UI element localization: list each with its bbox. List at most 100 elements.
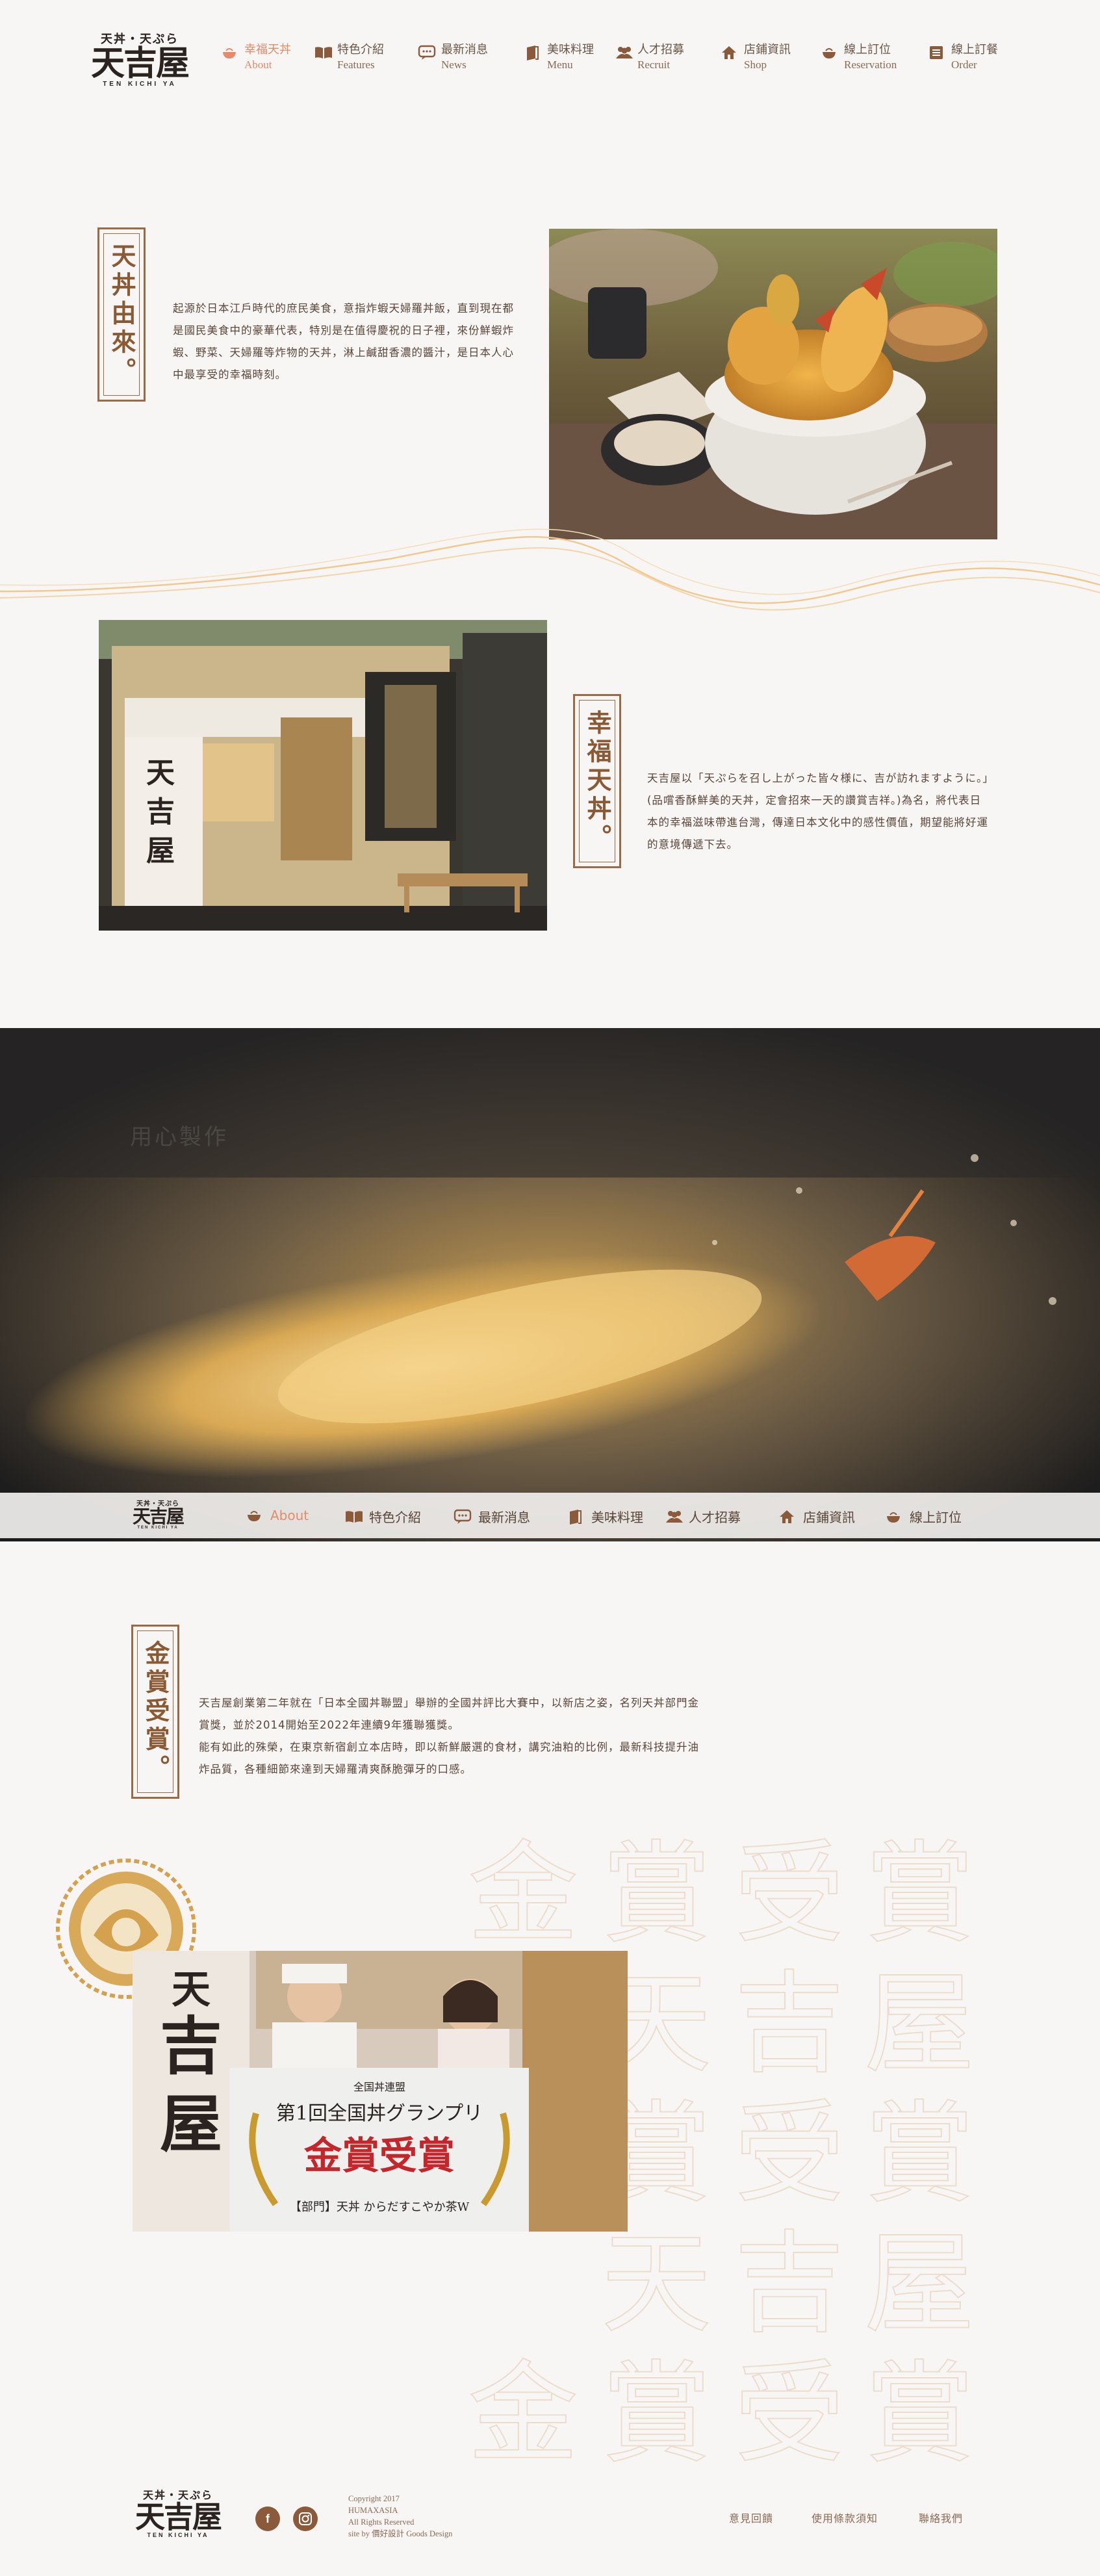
watermark-char: 受 — [734, 2090, 845, 2219]
facebook-glyph: f — [266, 2512, 270, 2525]
nav-item-label: 幸福天丼 — [244, 43, 291, 57]
nav-item-label: 最新消息 — [441, 43, 488, 57]
svg-text:【部門】天丼 からだすこやか茶W: 【部門】天丼 からだすこやか茶W — [290, 2200, 470, 2214]
nav2-item-2[interactable]: 最新消息 — [454, 1507, 530, 1526]
watermark-char: 受 — [734, 1830, 845, 1959]
nav-item-reservation[interactable]: 線上訂位 Reservation — [821, 43, 897, 72]
bowl-icon — [246, 1507, 264, 1524]
nav-item-label: 美味料理 — [547, 43, 594, 57]
chat-icon — [454, 1508, 472, 1525]
nav2-item-5[interactable]: 店鋪資訊 — [778, 1507, 855, 1526]
bowl-icon — [821, 44, 838, 61]
secondary-navigation: 天丼・天ぷら 天吉屋 TEN KICHI YA About 特色介紹 最新消息 美味料… — [0, 1493, 1100, 1538]
nav-item-sublabel: Shop — [744, 58, 767, 71]
nav-item-recruit[interactable]: 人才招募 Recruit — [614, 43, 684, 72]
svg-text:吉: 吉 — [160, 2009, 222, 2083]
tendon-bowl-photo — [549, 229, 997, 539]
nav2-item-4[interactable]: 人才招募 — [664, 1507, 741, 1526]
nav-item-text: 線上訂位 Reservation — [844, 43, 897, 72]
nav2-item-label: 人才招募 — [689, 1510, 741, 1525]
footer-link-terms[interactable]: 使用條款須知 — [812, 2510, 878, 2525]
logo-title: 天吉屋 — [132, 1506, 185, 1527]
nav-item-sublabel: Recruit — [637, 58, 671, 71]
copyright-year: Copyright 2017 — [348, 2494, 400, 2503]
nav-item-label: 人才招募 — [637, 43, 684, 57]
copyright-company: HUMAXASIA — [348, 2506, 398, 2515]
footer-logo[interactable]: 天丼・天ぷら 天吉屋 TEN KICHI YA — [130, 2486, 226, 2538]
watermark-char: 賞 — [600, 2350, 712, 2479]
people-icon — [614, 44, 633, 61]
origin-title: 天丼由來。 — [97, 227, 146, 402]
watermark-char: 吉 — [734, 2220, 845, 2349]
svg-text:吉: 吉 — [146, 795, 175, 829]
svg-text:屋: 屋 — [160, 2087, 222, 2161]
watermark-char: 金 — [467, 2350, 579, 2479]
instagram-glyph-icon — [299, 2512, 312, 2525]
home-icon — [778, 1508, 797, 1525]
copyright-info: Copyright 2017 HUMAXASIA All Rights Rese… — [348, 2493, 491, 2540]
nav2-item-label: About — [270, 1508, 309, 1523]
svg-text:金賞受賞: 金賞受賞 — [304, 2133, 455, 2178]
book-icon — [314, 44, 332, 61]
bowl-icon — [221, 44, 238, 61]
instagram-icon[interactable] — [293, 2506, 318, 2531]
nav-item-menu[interactable]: 美味料理 Menu — [524, 43, 594, 72]
svg-text:第1回全国丼グランプリ: 第1回全国丼グランプリ — [276, 2102, 483, 2125]
nav-item-sublabel: Features — [337, 58, 375, 71]
svg-text:屋: 屋 — [146, 834, 175, 868]
nav2-item-0[interactable]: About — [246, 1507, 309, 1524]
origin-text: 起源於日本江戶時代的庶民美食，意指炸蝦天婦羅丼飯，直到現在都是國民美食中的豪華代… — [173, 302, 514, 381]
logo-title: 天吉屋 — [91, 44, 190, 83]
book-icon — [344, 1508, 363, 1525]
site-credit: site by 價好設計 Goods Design — [348, 2529, 453, 2538]
decorative-wave — [0, 528, 1100, 611]
nav-item-news[interactable]: 最新消息 News — [418, 43, 488, 72]
nav-item-order[interactable]: 線上訂餐 Order — [928, 43, 998, 72]
nav-item-sublabel: Reservation — [844, 58, 897, 71]
nav-item-text: 最新消息 News — [441, 43, 488, 72]
nav2-item-1[interactable]: 特色介紹 — [344, 1507, 421, 1526]
nav-item-shop[interactable]: 店鋪資訊 Shop — [721, 43, 791, 72]
banner-faded-title: 用心製作 — [130, 1124, 229, 1150]
happy-tendon-title: 幸福天丼。 — [573, 694, 621, 868]
watermark-char: 天 — [600, 2220, 712, 2349]
watermark-char: 屋 — [863, 2220, 975, 2349]
watermark-char: 賞 — [600, 1830, 712, 1959]
award-text-2: 能有如此的殊榮，在東京新宿創立本店時，即以新鮮嚴選的食材，講究油粕的比例，最新科… — [199, 1741, 699, 1775]
bowl-icon — [885, 1508, 903, 1525]
secondary-logo[interactable]: 天丼・天ぷら 天吉屋 TEN KICHI YA — [132, 1498, 185, 1530]
logo-roman: TEN KICHI YA — [137, 1526, 179, 1530]
watermark-char: 受 — [734, 2350, 845, 2479]
svg-text:全国丼連盟: 全国丼連盟 — [353, 2081, 405, 2093]
footer-link-feedback[interactable]: 意見回饋 — [729, 2510, 773, 2525]
nav-item-label: 特色介紹 — [337, 43, 384, 57]
nav-item-sublabel: Order — [951, 58, 977, 71]
frying-shrimp-banner: 用心製作 — [0, 1028, 1100, 1541]
award-text-1: 天吉屋創業第二年就在「日本全國丼聯盟」舉辦的全國丼評比大賽中，以新店之姿，名列天… — [199, 1697, 699, 1731]
nav2-item-label: 特色介紹 — [369, 1510, 421, 1525]
nav-item-text: 線上訂餐 Order — [951, 43, 998, 72]
logo-title: 天吉屋 — [135, 2499, 222, 2534]
watermark-char: 吉 — [734, 1960, 845, 2089]
facebook-icon[interactable]: f — [255, 2506, 280, 2531]
site-logo[interactable]: 天丼・天ぷら 天吉屋 TEN KICHI YA — [91, 30, 190, 88]
chat-icon — [418, 44, 436, 61]
menu-book-icon — [567, 1508, 585, 1525]
nav-item-text: 幸福天丼 About — [244, 43, 291, 72]
nav2-item-6[interactable]: 線上訂位 — [885, 1507, 962, 1526]
nav-item-text: 人才招募 Recruit — [637, 43, 684, 72]
nav-item-features[interactable]: 特色介紹 Features — [314, 43, 384, 72]
nav2-item-label: 美味料理 — [591, 1510, 643, 1525]
nav-item-text: 店鋪資訊 Shop — [744, 43, 791, 72]
copyright-rights: All Rights Reserved — [348, 2518, 415, 2527]
nav-item-label: 線上訂位 — [844, 43, 891, 57]
nav-item-text: 美味料理 Menu — [547, 43, 594, 72]
watermark-char: 屋 — [863, 1960, 975, 2089]
svg-text:天: 天 — [172, 1967, 211, 2013]
storefront-photo: 天 吉 屋 — [99, 620, 547, 931]
nav-item-about[interactable]: 幸福天丼 About — [221, 43, 291, 72]
nav2-item-3[interactable]: 美味料理 — [567, 1507, 643, 1526]
watermark-char: 賞 — [863, 2090, 975, 2219]
footer-link-contact[interactable]: 聯絡我們 — [919, 2510, 963, 2525]
nav-item-label: 店鋪資訊 — [744, 43, 791, 57]
